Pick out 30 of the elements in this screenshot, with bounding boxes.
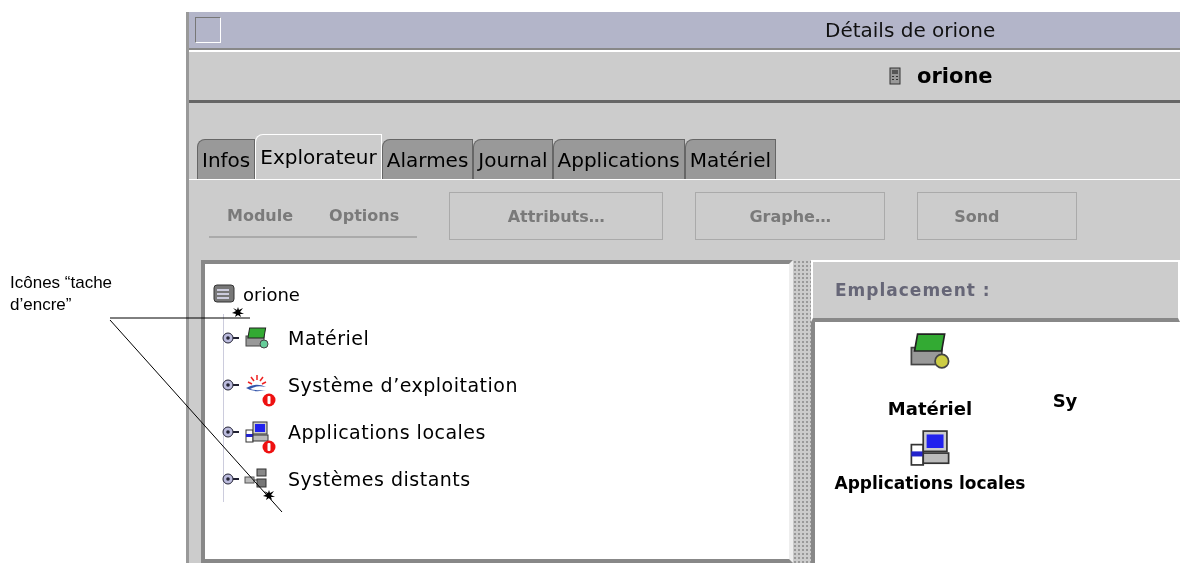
device-icon bbox=[889, 67, 901, 85]
expand-toggle-icon[interactable] bbox=[222, 472, 240, 485]
computer-icon[interactable] bbox=[908, 427, 952, 469]
item-label[interactable]: Matériel bbox=[887, 398, 973, 419]
hardware-icon bbox=[244, 325, 270, 350]
expand-toggle-icon[interactable] bbox=[222, 425, 240, 438]
item-label[interactable]: Applications locales bbox=[834, 473, 1026, 493]
tree-item[interactable]: orione bbox=[243, 284, 300, 305]
item-label[interactable]: Sy bbox=[1052, 390, 1078, 411]
tree-item[interactable]: Système d’exploitation bbox=[288, 373, 518, 396]
window-menu-button[interactable] bbox=[195, 17, 221, 43]
tab[interactable]: Infos bbox=[197, 139, 256, 179]
location-label: Emplacement : bbox=[835, 280, 991, 300]
tree-item[interactable]: Matériel bbox=[288, 326, 370, 349]
window-title: Détails de orione bbox=[825, 18, 996, 42]
server-icon bbox=[213, 284, 235, 304]
tab[interactable]: Journal bbox=[473, 139, 553, 179]
tree-item[interactable]: Applications locales bbox=[288, 420, 486, 443]
host-name: orione bbox=[917, 64, 993, 88]
computer-icon bbox=[244, 419, 270, 444]
network-icon bbox=[244, 466, 270, 491]
hardware-icon[interactable] bbox=[908, 330, 952, 372]
tab[interactable]: Explorateur bbox=[255, 134, 382, 179]
tab[interactable]: Alarmes bbox=[381, 139, 474, 179]
tab[interactable]: Matériel bbox=[684, 139, 776, 179]
tree-item[interactable]: Systèmes distants bbox=[288, 467, 471, 490]
expand-toggle-icon[interactable] bbox=[222, 378, 240, 391]
callout-label: Icônes “tache d’encre” bbox=[10, 272, 114, 316]
tab[interactable]: Applications bbox=[552, 139, 685, 179]
expand-toggle-icon[interactable] bbox=[222, 331, 240, 344]
